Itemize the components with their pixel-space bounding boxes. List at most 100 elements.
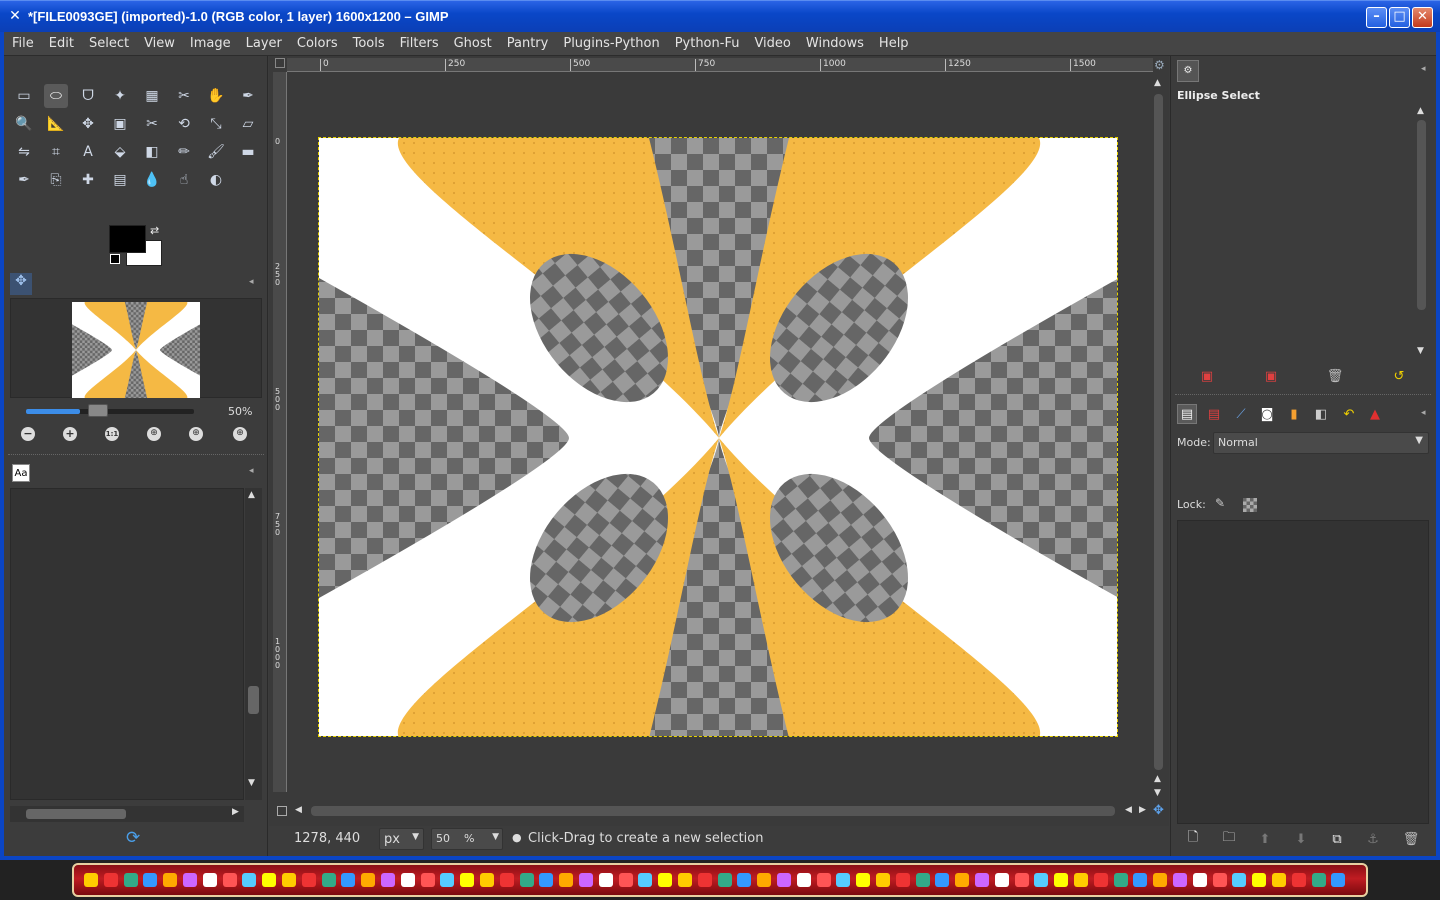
taskbar-app-icon[interactable] — [1291, 873, 1306, 887]
close-button[interactable]: ✕ — [1412, 7, 1433, 28]
taskbar-app-icon[interactable] — [1034, 873, 1049, 887]
taskbar-app-icon[interactable] — [697, 873, 712, 887]
tool-paintbrush-icon[interactable]: 🖌 — [204, 140, 228, 164]
tool-blend-icon[interactable]: ◧ — [140, 140, 164, 164]
save-options-icon[interactable]: ▣ — [1197, 366, 1217, 386]
panel-menu-icon-3[interactable]: ◂ — [1421, 64, 1426, 74]
panel-menu-icon[interactable]: ◂ — [249, 277, 254, 287]
taskbar-app-icon[interactable] — [480, 873, 494, 887]
menu-colors[interactable]: Colors — [289, 32, 345, 56]
hscroll-right-icon[interactable]: ◀ — [1125, 805, 1132, 815]
zoom-1-1-button[interactable]: 1:1 — [105, 427, 119, 441]
panel-divider[interactable] — [8, 454, 264, 458]
taskbar-app-icon[interactable] — [638, 873, 653, 887]
tool-fuzzy-select-icon[interactable]: ✦ — [108, 84, 132, 108]
menu-view[interactable]: View — [136, 32, 182, 56]
panel-divider-2[interactable] — [1175, 394, 1431, 398]
gradients-tab-icon[interactable]: ▮ — [1284, 404, 1304, 424]
default-colors-icon[interactable] — [110, 254, 120, 264]
swap-colors-icon[interactable]: ⇄ — [150, 224, 159, 237]
taskbar-app-icon[interactable] — [1232, 873, 1247, 887]
new-layer-icon[interactable]: 🗋 — [1183, 829, 1203, 849]
taskbar-app-icon[interactable] — [361, 873, 376, 887]
menu-image[interactable]: Image — [182, 32, 238, 56]
taskbar-app-icon[interactable] — [440, 873, 455, 887]
taskbar-app-icon[interactable] — [381, 873, 395, 887]
taskbar-app-icon[interactable] — [1054, 873, 1069, 887]
zoom-shrink-wrap-button[interactable]: ⊕ — [233, 427, 247, 441]
tool-zoom-icon[interactable]: 🔍 — [12, 112, 36, 136]
tool-rotate-icon[interactable]: ⟲ — [172, 112, 196, 136]
menu-help[interactable]: Help — [871, 32, 916, 56]
quickmask-toggle[interactable] — [275, 58, 285, 68]
tool-blur-icon[interactable]: 💧 — [140, 168, 164, 192]
taskbar-app-icon[interactable] — [123, 873, 138, 887]
navigation-preview[interactable] — [72, 302, 200, 398]
raise-layer-icon[interactable]: ⬆ — [1255, 829, 1275, 849]
tool-move-icon[interactable]: ✥ — [76, 112, 100, 136]
scroll-right-icon[interactable]: ▶ — [232, 807, 239, 817]
tool-heal-icon[interactable]: ✚ — [76, 168, 100, 192]
taskbar-app-icon[interactable] — [1272, 873, 1286, 887]
taskbar-app-icon[interactable] — [202, 873, 217, 887]
foreground-color-swatch[interactable] — [109, 225, 146, 253]
scroll-down-icon[interactable]: ▼ — [248, 778, 255, 788]
undo-history-tab-icon[interactable]: ↶ — [1339, 404, 1359, 424]
menu-filters[interactable]: Filters — [392, 32, 446, 56]
fonts-hscroll[interactable]: ▶ — [10, 806, 244, 822]
taskbar-app-icon[interactable] — [103, 873, 118, 887]
tool-ellipse-select-icon[interactable]: ⬭ — [44, 84, 68, 108]
taskbar-app-icon[interactable] — [499, 873, 514, 887]
tool-options-tab-icon[interactable]: ⚙ — [1177, 60, 1199, 82]
taskbar-app-icon[interactable] — [856, 873, 871, 887]
taskbar-app-icon[interactable] — [1311, 873, 1326, 887]
menu-plugins-python[interactable]: Plugins-Python — [555, 32, 666, 56]
panel-menu-icon-4[interactable]: ◂ — [1421, 408, 1426, 418]
taskbar-app-icon[interactable] — [282, 873, 296, 887]
tool-perspective-clone-icon[interactable]: ▤ — [108, 168, 132, 192]
taskbar-app-icon[interactable] — [678, 873, 692, 887]
taskbar-app-icon[interactable] — [301, 873, 316, 887]
vscroll-down2-icon[interactable]: ▼ — [1154, 788, 1161, 798]
hscroll-right2-icon[interactable]: ▶ — [1139, 805, 1146, 815]
taskbar-app-icon[interactable] — [1014, 873, 1029, 887]
tool-select-by-color-icon[interactable]: ▦ — [140, 84, 164, 108]
scroll-up-icon[interactable]: ▲ — [248, 490, 255, 500]
vscroll-down-icon[interactable]: ▲ — [1154, 774, 1161, 784]
duplicate-layer-icon[interactable]: ⧉ — [1327, 829, 1347, 849]
taskbar-app-icon[interactable] — [400, 873, 415, 887]
canvas-hscroll-thumb[interactable] — [311, 806, 1115, 816]
menu-layer[interactable]: Layer — [238, 32, 289, 56]
taskbar-app-icon[interactable] — [1173, 873, 1187, 887]
navigation-tab-icon[interactable]: ✥ — [10, 273, 32, 295]
taskbar-app-icon[interactable] — [658, 873, 673, 887]
taskbar-app-icon[interactable] — [579, 873, 593, 887]
taskbar-app-icon[interactable] — [955, 873, 970, 887]
taskbar-app-icon[interactable] — [242, 873, 257, 887]
fonts-vscroll[interactable]: ▲ ▼ — [245, 488, 262, 800]
taskbar-app-icon[interactable] — [737, 873, 752, 887]
lock-pixels-icon[interactable]: ✎ — [1215, 496, 1225, 510]
image-canvas[interactable] — [318, 137, 1118, 737]
tool-flip-icon[interactable]: ⇋ — [12, 140, 36, 164]
maximize-button[interactable]: □ — [1389, 7, 1410, 28]
scroll-thumb[interactable] — [1417, 120, 1426, 310]
menu-select[interactable]: Select — [81, 32, 136, 56]
zoom-to-fit-icon[interactable] — [277, 806, 287, 816]
hscroll-thumb[interactable] — [26, 809, 126, 819]
palettes-tab-icon[interactable]: ◧ — [1311, 404, 1331, 424]
tool-pencil-icon[interactable]: ✏ — [172, 140, 196, 164]
taskbar-app-icon[interactable] — [519, 873, 534, 887]
fonts-list[interactable] — [10, 488, 244, 800]
menu-edit[interactable]: Edit — [41, 32, 81, 56]
unit-select[interactable]: px ▼ — [379, 828, 424, 850]
taskbar-app-icon[interactable] — [84, 873, 98, 887]
taskbar-app-icon[interactable] — [1074, 873, 1088, 887]
taskbar-app-icon[interactable] — [321, 873, 336, 887]
tool-clone-icon[interactable]: ⎘ — [44, 168, 68, 192]
canvas-vscroll[interactable]: ▲ ▲ ▼ — [1151, 76, 1165, 802]
menu-python-fu[interactable]: Python-Fu — [667, 32, 747, 56]
tool-scale-icon[interactable]: ⤡ — [204, 112, 228, 136]
taskbar-app-icon[interactable] — [836, 873, 851, 887]
menu-tools[interactable]: Tools — [345, 32, 392, 56]
